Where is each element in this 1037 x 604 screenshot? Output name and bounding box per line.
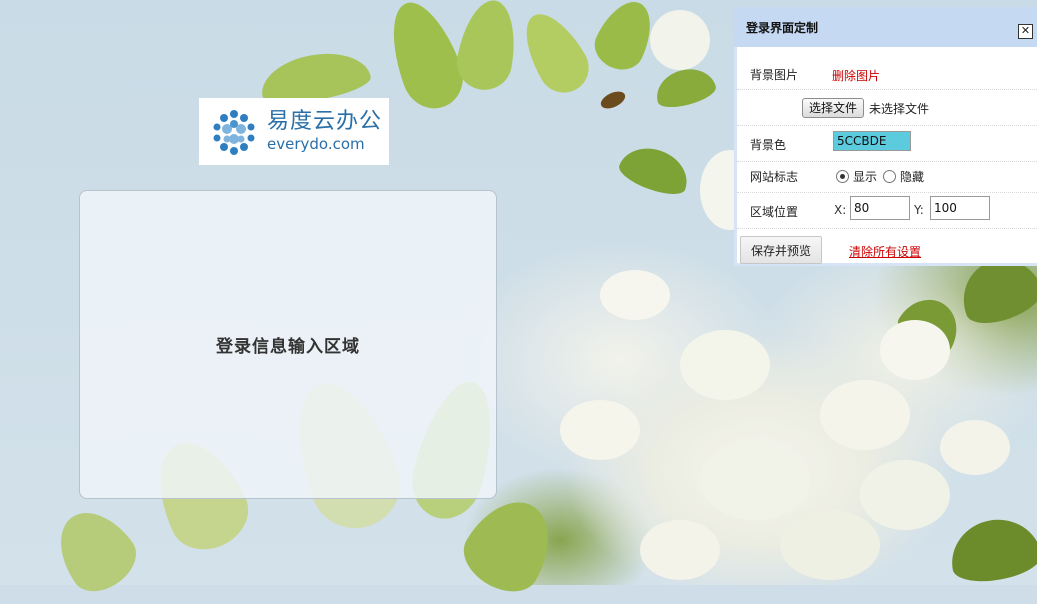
flower-decoration [640, 520, 720, 580]
clear-all-settings-link[interactable]: 清除所有设置 [849, 243, 921, 260]
background-image-row: 背景图片 删除图片 [737, 58, 1037, 90]
flower-decoration [560, 400, 640, 460]
delete-image-link[interactable]: 删除图片 [832, 67, 880, 84]
logo-name-cn: 易度云办公 [267, 109, 383, 134]
flower-decoration [880, 320, 950, 380]
x-label: X: [834, 203, 847, 217]
login-customize-panel: 登录界面定制 ✕ 背景图片 删除图片 选择文件 未选择文件 背景色 网站标志 显… [734, 7, 1037, 266]
panel-title: 登录界面定制 [746, 20, 819, 35]
bee-decoration [598, 88, 628, 112]
flower-decoration [780, 510, 880, 580]
logo-globe-icon [211, 108, 257, 155]
file-upload-row: 选择文件 未选择文件 [737, 90, 1037, 126]
y-label: Y: [914, 203, 924, 217]
show-logo-option[interactable]: 显示 [836, 168, 877, 185]
save-preview-button[interactable]: 保存并预览 [740, 236, 823, 264]
login-area[interactable]: 登录信息输入区域 [79, 190, 497, 499]
flower-decoration [600, 270, 670, 320]
site-logo: 易度云办公 everydo.com [199, 98, 389, 165]
background-image-label: 背景图片 [750, 68, 799, 82]
leaf-decoration [452, 0, 523, 95]
flower-decoration [680, 330, 770, 400]
area-position-row: 区域位置 X: Y: [737, 193, 1037, 229]
leaf-decoration [615, 139, 695, 201]
site-logo-label: 网站标志 [750, 170, 799, 184]
panel-header[interactable]: 登录界面定制 ✕ [734, 7, 1037, 47]
area-position-label: 区域位置 [750, 205, 799, 219]
flower-decoration [820, 380, 910, 450]
file-status: 未选择文件 [869, 102, 930, 116]
leaf-decoration [945, 512, 1037, 588]
x-position-input[interactable] [850, 196, 910, 220]
flower-decoration [700, 440, 810, 520]
hide-logo-option[interactable]: 隐藏 [883, 168, 924, 185]
background-color-row: 背景色 [737, 126, 1037, 162]
flower-decoration [860, 460, 950, 530]
show-logo-label: 显示 [853, 170, 878, 184]
show-logo-radio[interactable] [836, 170, 849, 183]
login-area-label: 登录信息输入区域 [216, 337, 360, 357]
leaf-decoration [512, 3, 598, 102]
hide-logo-radio[interactable] [883, 170, 896, 183]
close-icon[interactable]: ✕ [1018, 24, 1033, 39]
flower-decoration [650, 10, 710, 70]
logo-name-en: everydo.com [267, 135, 365, 153]
site-logo-row: 网站标志 显示 隐藏 [737, 162, 1037, 193]
background-color-label: 背景色 [750, 138, 787, 152]
choose-file-button[interactable]: 选择文件 [802, 98, 865, 118]
leaf-decoration [651, 62, 719, 113]
hide-logo-label: 隐藏 [900, 170, 925, 184]
y-position-input[interactable] [930, 196, 990, 220]
background-color-input[interactable] [833, 131, 911, 151]
leaf-decoration [43, 497, 147, 603]
flower-decoration [940, 420, 1010, 475]
